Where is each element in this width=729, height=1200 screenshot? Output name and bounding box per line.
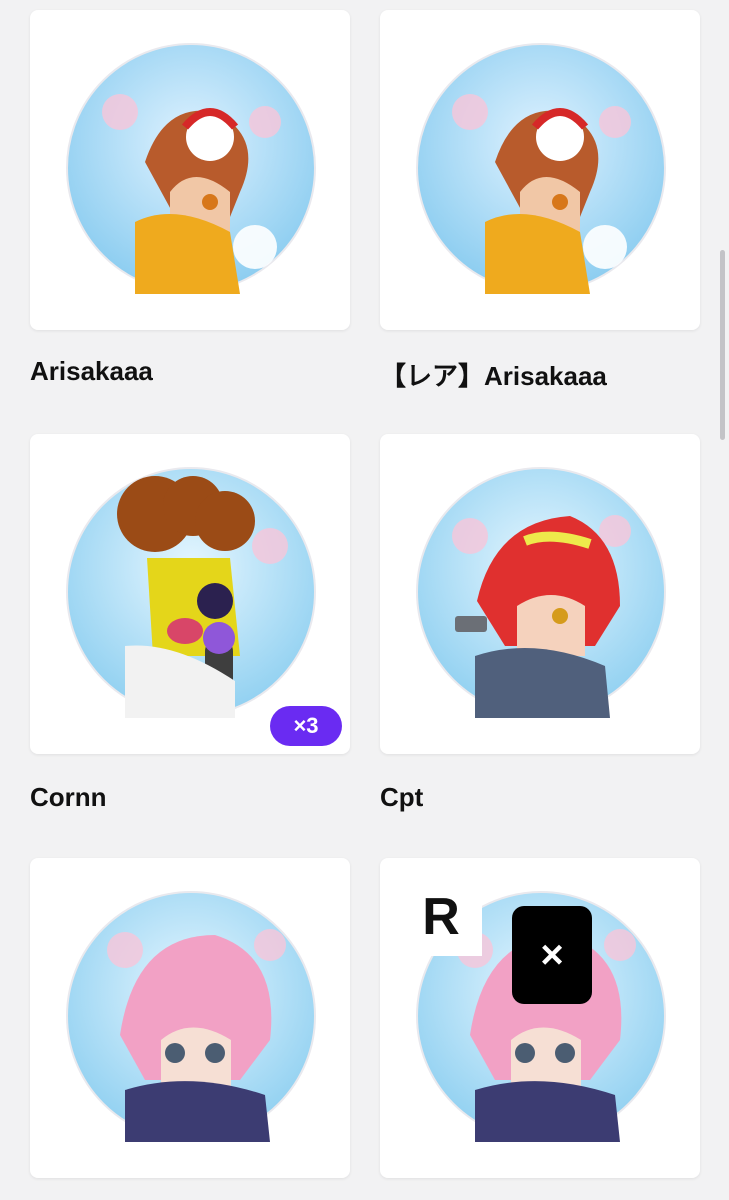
quantity-badge: ×3 xyxy=(270,706,342,746)
item-card-cornn[interactable]: ×3 xyxy=(30,434,350,754)
badge-image xyxy=(66,467,316,718)
badge-image xyxy=(416,467,666,718)
item-card-arisakaaa-rare[interactable] xyxy=(380,10,700,330)
item-card-arisakaaa[interactable] xyxy=(30,10,350,330)
badge-image xyxy=(66,891,316,1142)
close-icon: × xyxy=(540,932,564,977)
item-card-selected[interactable]: R × xyxy=(380,858,700,1178)
badge-image xyxy=(66,43,316,294)
remove-button[interactable]: × xyxy=(512,906,592,1004)
badge-image xyxy=(416,43,666,294)
item-name: Cpt xyxy=(380,782,424,812)
item-name: 【レア】Arisakaaa xyxy=(380,361,607,391)
item-name: Arisakaaa xyxy=(30,356,153,386)
item-card[interactable] xyxy=(30,858,350,1178)
scrollbar[interactable] xyxy=(720,250,725,440)
rarity-label: R xyxy=(400,878,482,956)
item-card-cpt[interactable] xyxy=(380,434,700,754)
item-name: Cornn xyxy=(30,782,107,812)
